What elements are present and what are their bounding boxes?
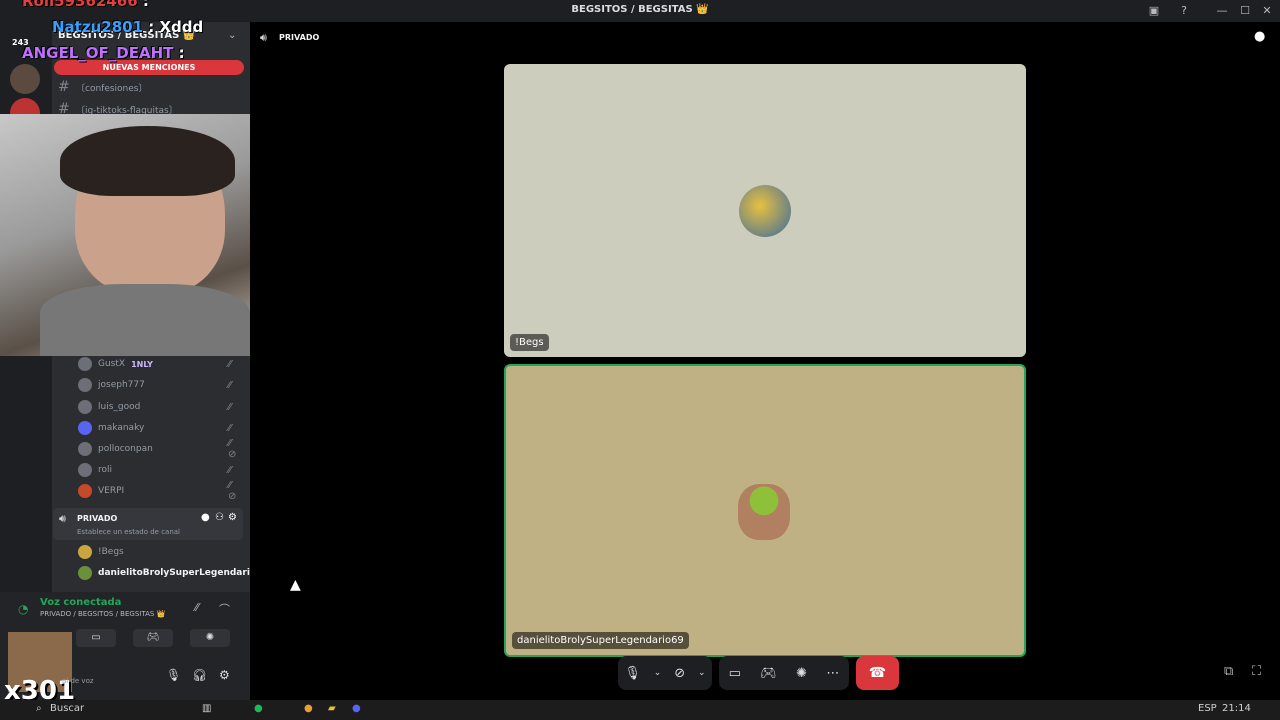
microphone-icon[interactable]: 🎙︎ (166, 668, 181, 682)
activity-controls: ▭ 🎮︎ ✺ ⋯ (719, 656, 849, 690)
channel-item[interactable]: # 〔confesiones〕 (58, 77, 148, 97)
noise-suppression-icon[interactable]: ⁄⁄ (195, 601, 199, 614)
hang-up-button[interactable]: ☎ (856, 656, 899, 690)
task-view-icon[interactable]: ▥ (202, 703, 211, 714)
headphones-icon[interactable]: 🎧︎ (192, 668, 207, 682)
avatar (78, 357, 92, 371)
voice-user[interactable]: polloconpan ⁄⁄ ⊘ (78, 438, 236, 460)
gear-icon[interactable]: ⚙ (219, 668, 230, 682)
server-icon[interactable] (10, 64, 40, 94)
chevron-down-icon[interactable]: ⌄ (228, 30, 236, 41)
chevron-down-icon[interactable]: ⌄ (654, 668, 662, 678)
video-tile[interactable]: !Begs (504, 64, 1026, 357)
deafened-icon: ⁄⁄ (228, 379, 232, 391)
voice-user[interactable]: VERPI ⁄⁄ ⊘ (78, 480, 236, 502)
voice-channel-privado[interactable]: 🔊︎ PRIVADO Establece un estado de canal … (53, 508, 243, 540)
signal-icon: ◔ (18, 602, 29, 616)
help-icon[interactable]: ? (1176, 3, 1192, 19)
inbox-icon[interactable]: ▣ (1146, 3, 1162, 19)
header-channel: PRIVADO (279, 33, 320, 42)
deafened-icon: ⁄⁄ (228, 464, 232, 476)
voice-user[interactable]: makanaky ⁄⁄ (78, 418, 231, 438)
avatar (78, 442, 92, 456)
disconnect-icon[interactable]: ⌒ (219, 601, 230, 617)
deafened-icon: ⁄⁄ ⊘ (228, 438, 237, 460)
chat-icon[interactable]: ● (201, 512, 210, 523)
avatar (738, 484, 790, 540)
voice-user[interactable]: !Begs (78, 542, 124, 562)
webcam-overlay (0, 114, 282, 356)
chat-overlay-line: Roll59362466 : (22, 0, 149, 10)
voice-status[interactable]: Voz conectada (40, 597, 121, 608)
voice-user[interactable]: GustX 1NLY ⁄⁄ (78, 354, 231, 374)
user-substatus: al de voz (62, 677, 94, 685)
deafened-icon: ⁄⁄ (228, 401, 232, 413)
activity-button[interactable]: 🎮︎ (133, 629, 173, 647)
minimize-button[interactable]: — (1214, 3, 1230, 19)
deafened-icon: ⁄⁄ ⊘ (228, 480, 237, 502)
user-tag: 1NLY (131, 359, 153, 369)
soundboard-button[interactable]: ✺ (190, 629, 230, 647)
voice-user[interactable]: joseph777 ⁄⁄ (78, 375, 231, 395)
webcam-shirt (40, 284, 250, 356)
speaker-icon: 🔊︎ (260, 31, 267, 44)
tile-label: !Begs (510, 334, 549, 351)
chevron-down-icon[interactable]: ⌄ (698, 668, 706, 678)
mouse-cursor: ▲ (290, 577, 301, 593)
speaker-icon: 🔊︎ (59, 512, 66, 525)
folder-icon[interactable]: ▰ (328, 703, 336, 714)
chat-icon[interactable]: ● (1254, 29, 1265, 44)
more-icon[interactable]: ⋯ (826, 666, 839, 681)
search-icon[interactable]: ⌕ (36, 703, 42, 714)
activity-icon[interactable]: 🎮︎ (760, 666, 777, 681)
popout-icon[interactable]: ⧉ (1224, 664, 1233, 679)
avatar (78, 421, 92, 435)
avatar (78, 566, 92, 580)
screen-share-button[interactable]: ▭ (76, 629, 116, 647)
screen-share-icon[interactable]: ▭ (729, 666, 741, 681)
channel-status[interactable]: Establece un estado de canal (77, 528, 180, 536)
new-mentions-banner[interactable]: NUEVAS MENCIONES (54, 60, 244, 75)
soundboard-icon[interactable]: ✺ (796, 666, 807, 681)
chat-overlay-line: Natzu2801 : Xddd (52, 18, 204, 36)
avatar (78, 378, 92, 392)
maximize-button[interactable]: ☐ (1237, 3, 1253, 19)
video-tile[interactable]: danielitoBrolySuperLegendario69 (504, 364, 1026, 657)
avatar (78, 545, 92, 559)
voice-user[interactable]: danielitoBrolySuperLegendario69 (78, 563, 269, 583)
language-indicator[interactable]: ESP (1198, 703, 1217, 714)
avatar (78, 400, 92, 414)
voice-user[interactable]: luis_good ⁄⁄ (78, 397, 231, 417)
chat-overlay-line: ANGEL_OF_DEAHT : (22, 44, 185, 62)
discord-icon[interactable]: ● (352, 703, 361, 714)
microphone-icon[interactable]: 🎙︎ (624, 666, 641, 681)
badge-count: 243 (12, 38, 29, 47)
avatar (78, 484, 92, 498)
invite-icon[interactable]: ⚇ (215, 512, 224, 523)
spotify-icon[interactable]: ● (254, 703, 263, 714)
voice-location[interactable]: PRIVADO / BEGSITOS / BEGSITAS 👑 (40, 610, 165, 618)
tile-label: danielitoBrolySuperLegendario69 (512, 632, 689, 649)
browser-icon[interactable]: ● (304, 703, 313, 714)
voice-panel: ◔ Voz conectada PRIVADO / BEGSITOS / BEG… (0, 592, 250, 706)
camera-off-icon[interactable]: ⊘ (674, 666, 685, 681)
taskbar-search[interactable]: Buscar (50, 703, 84, 714)
voice-user[interactable]: roli ⁄⁄ (78, 460, 231, 480)
deafened-icon: ⁄⁄ (228, 358, 232, 370)
close-button[interactable]: ✕ (1259, 3, 1275, 19)
avatar (78, 463, 92, 477)
taskbar: ⌕ Buscar ▥ ● ● ▰ ● ESP 21:14 (0, 700, 1280, 720)
hash-icon: # (58, 79, 70, 95)
window-title: BEGSITOS / BEGSITAS 👑 (571, 4, 709, 15)
media-controls: 🎙︎ ⌄ ⊘ ⌄ (618, 656, 712, 690)
channel-name: PRIVADO (77, 514, 118, 523)
avatar (739, 185, 791, 237)
webcam-hair (60, 126, 235, 196)
fullscreen-icon[interactable]: ⛶ (1252, 664, 1261, 679)
gear-icon[interactable]: ⚙ (228, 512, 237, 523)
clock[interactable]: 21:14 (1222, 703, 1251, 714)
deafened-icon: ⁄⁄ (228, 422, 232, 434)
